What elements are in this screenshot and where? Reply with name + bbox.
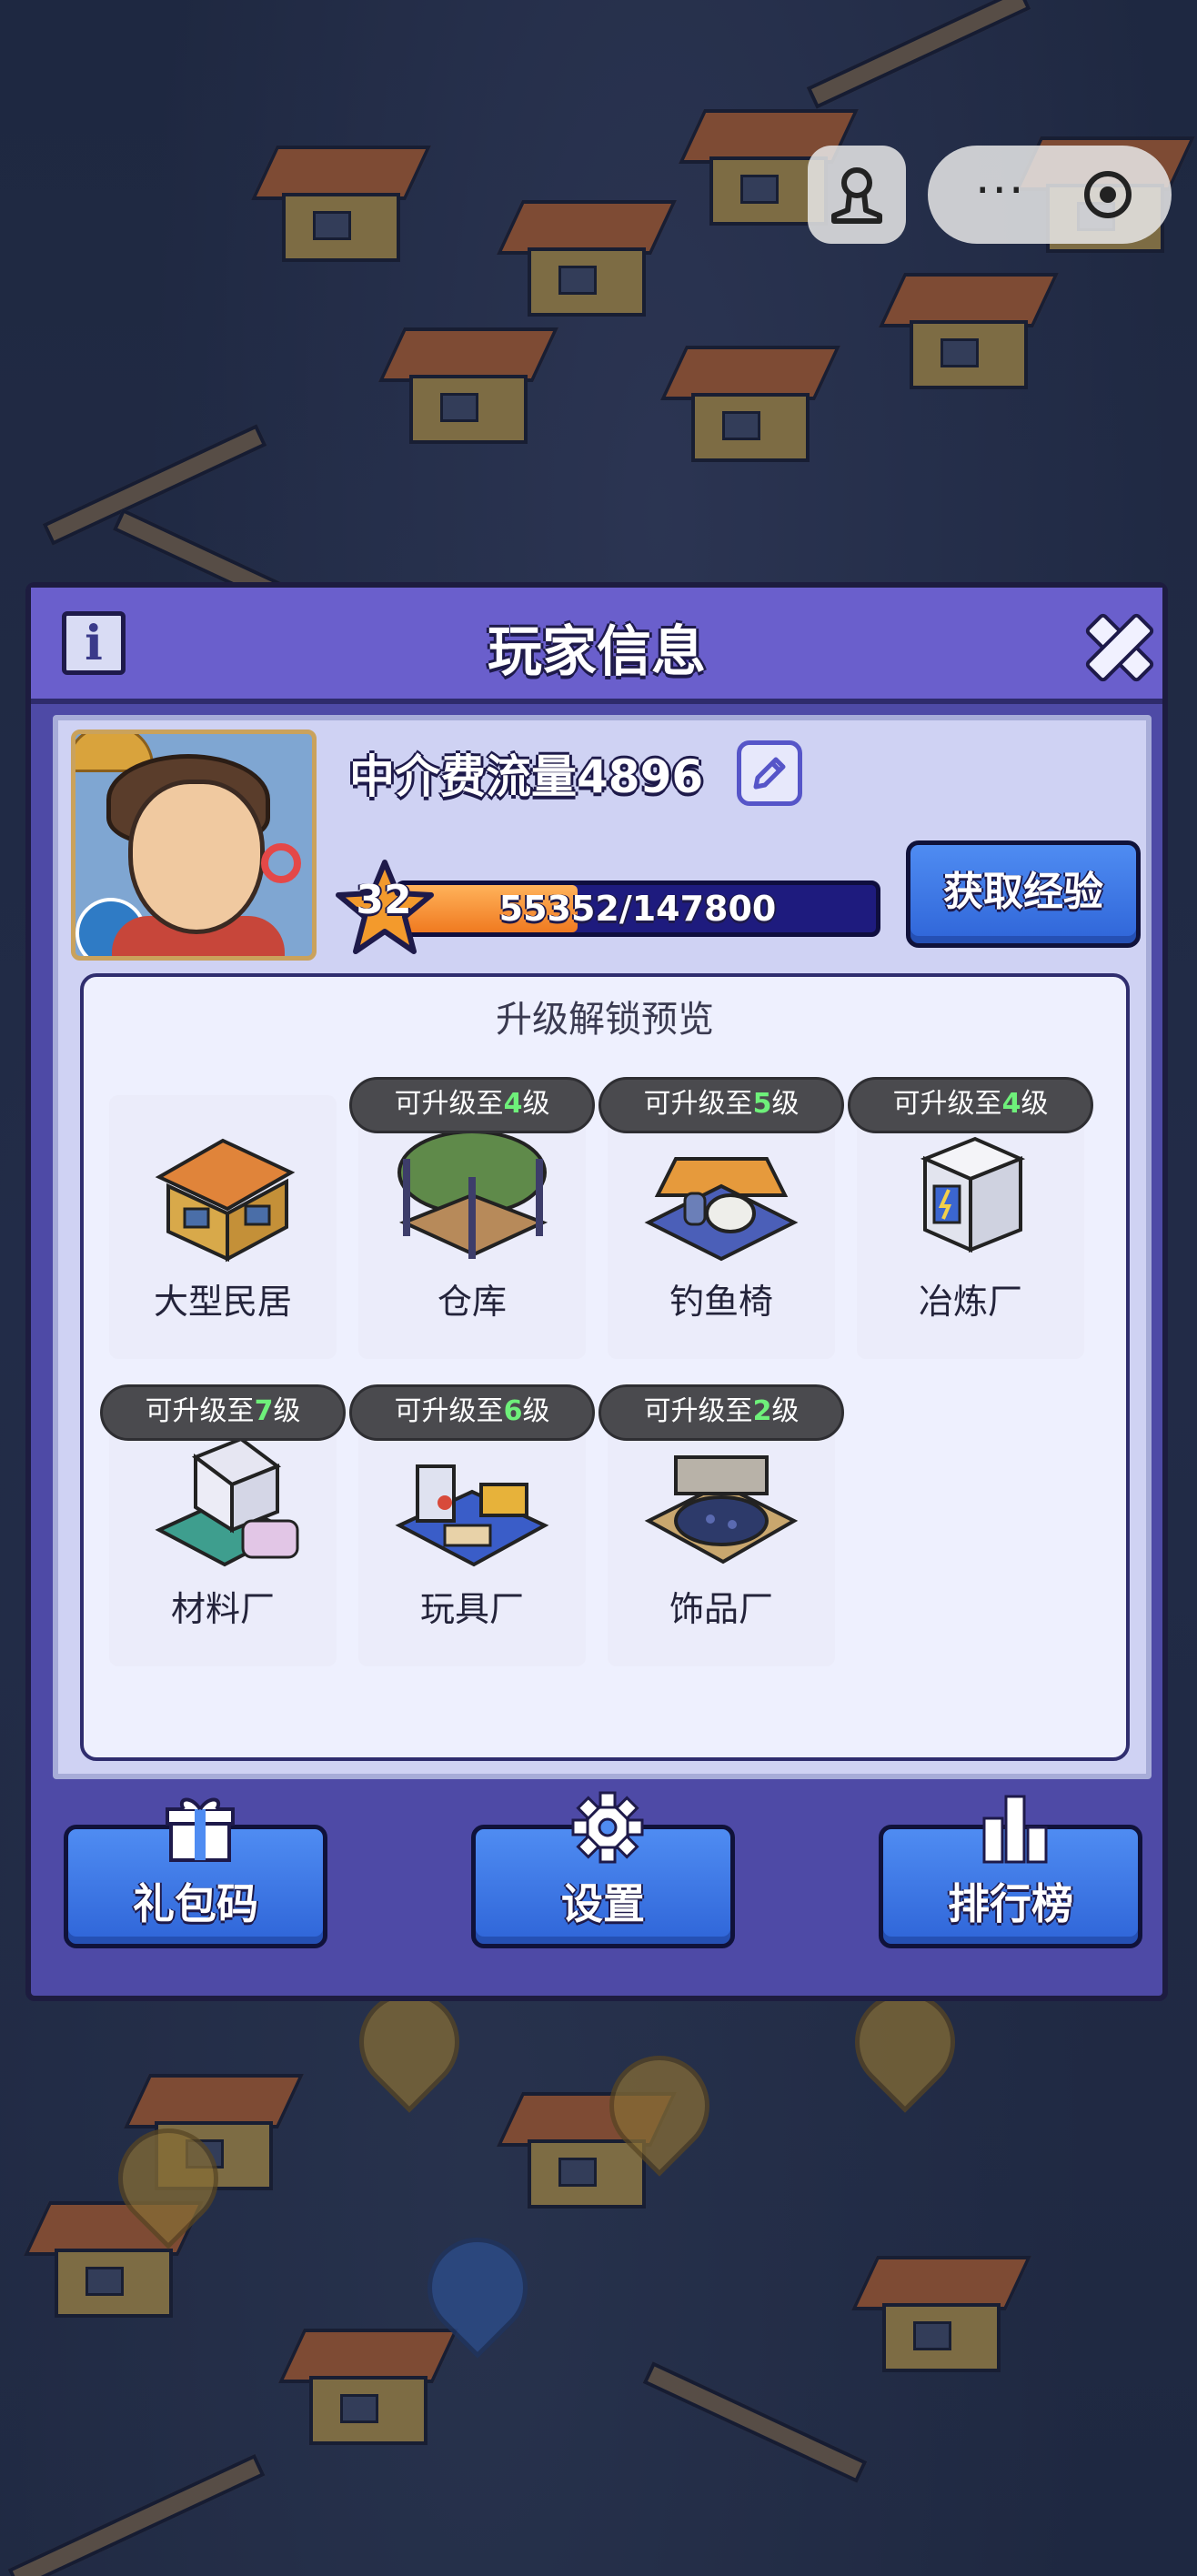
close-icon[interactable] bbox=[1077, 604, 1155, 682]
upgrade-badge: 可升级至4级 bbox=[848, 1077, 1093, 1133]
upgrade-badge: 可升级至5级 bbox=[598, 1077, 844, 1133]
building-name: 饰品厂 bbox=[669, 1589, 773, 1629]
lifebuoy-decoration bbox=[261, 843, 301, 883]
settings-button[interactable]: 设置 bbox=[471, 1791, 735, 1948]
leaderboard-label: 排行榜 bbox=[948, 1879, 1073, 1928]
building-card[interactable]: 可升级至7级 材料厂 bbox=[100, 1384, 346, 1666]
jewelry-factory-icon bbox=[644, 1455, 799, 1565]
target-icon[interactable] bbox=[1084, 171, 1132, 218]
preview-title: 升级解锁预览 bbox=[496, 999, 714, 1041]
building-card[interactable]: 可升级至5级 钓鱼椅 bbox=[598, 1077, 844, 1359]
leaderboard-icon bbox=[982, 1795, 1048, 1864]
building-name: 冶炼厂 bbox=[918, 1282, 1022, 1322]
building-card[interactable]: 可升级至6级 玩具厂 bbox=[349, 1384, 595, 1666]
upgrade-badge: 可升级至2级 bbox=[598, 1384, 844, 1441]
gift-icon bbox=[166, 1797, 235, 1862]
smelter-building-icon bbox=[920, 1136, 1026, 1253]
gift-code-button[interactable]: 礼包码 bbox=[64, 1797, 327, 1948]
player-level: 32 bbox=[356, 877, 412, 923]
building-name: 钓鱼椅 bbox=[669, 1282, 773, 1322]
xp-progress-bar: 55352/147800 bbox=[395, 880, 880, 937]
pencil-icon bbox=[753, 757, 786, 790]
player-info-panel: i 玩家信息 中介费流量4896 55352/147800 32 获取经验 升级… bbox=[25, 582, 1168, 2001]
building-name: 玩具厂 bbox=[419, 1589, 524, 1629]
building-card[interactable]: 可升级至4级 仓库 bbox=[349, 1077, 595, 1359]
more-dots-icon[interactable]: ··· bbox=[975, 164, 1026, 218]
building-card[interactable]: 可升级至2级 饰品厂 bbox=[598, 1384, 844, 1666]
upgrade-preview-box: 升级解锁预览 大型民居 可升级至4级 仓库 可升级至5级 钓鱼椅 可升级至4级 … bbox=[80, 973, 1130, 1761]
player-name: 中介费流量4896 bbox=[349, 750, 704, 803]
joystick-icon bbox=[831, 167, 882, 224]
building-card[interactable]: 大型民居 bbox=[109, 1095, 337, 1359]
building-name: 材料厂 bbox=[170, 1589, 275, 1629]
mini-program-capsule: ··· bbox=[928, 146, 1172, 244]
warehouse-building-icon bbox=[397, 1130, 548, 1259]
toy-factory-icon bbox=[395, 1464, 549, 1567]
avatar-face bbox=[128, 780, 265, 934]
profile-capsule-button[interactable] bbox=[808, 146, 906, 244]
upgrade-badge: 可升级至6级 bbox=[349, 1384, 595, 1441]
panel-content: 中介费流量4896 55352/147800 32 获取经验 升级解锁预览 大型… bbox=[53, 715, 1152, 1779]
panel-title: 玩家信息 bbox=[488, 620, 706, 684]
house-building-icon bbox=[155, 1138, 296, 1263]
upgrade-badge: 可升级至7级 bbox=[100, 1384, 346, 1441]
building-card[interactable]: 可升级至4级 冶炼厂 bbox=[848, 1077, 1093, 1359]
leaderboard-button[interactable]: 排行榜 bbox=[879, 1795, 1142, 1948]
building-name: 仓库 bbox=[437, 1282, 507, 1322]
get-exp-button[interactable]: 获取经验 bbox=[906, 840, 1141, 948]
avatar[interactable] bbox=[71, 730, 317, 961]
materials-factory-icon bbox=[155, 1436, 299, 1567]
fishing-chair-building-icon bbox=[644, 1157, 799, 1262]
building-name: 大型民居 bbox=[153, 1282, 292, 1322]
upgrade-badge: 可升级至4级 bbox=[349, 1077, 595, 1133]
edit-name-button[interactable] bbox=[737, 740, 802, 806]
panel-header: i 玩家信息 bbox=[31, 588, 1162, 704]
gift-code-label: 礼包码 bbox=[133, 1879, 258, 1928]
xp-text: 55352/147800 bbox=[498, 889, 777, 929]
gear-icon bbox=[571, 1791, 644, 1864]
settings-label: 设置 bbox=[561, 1879, 645, 1928]
